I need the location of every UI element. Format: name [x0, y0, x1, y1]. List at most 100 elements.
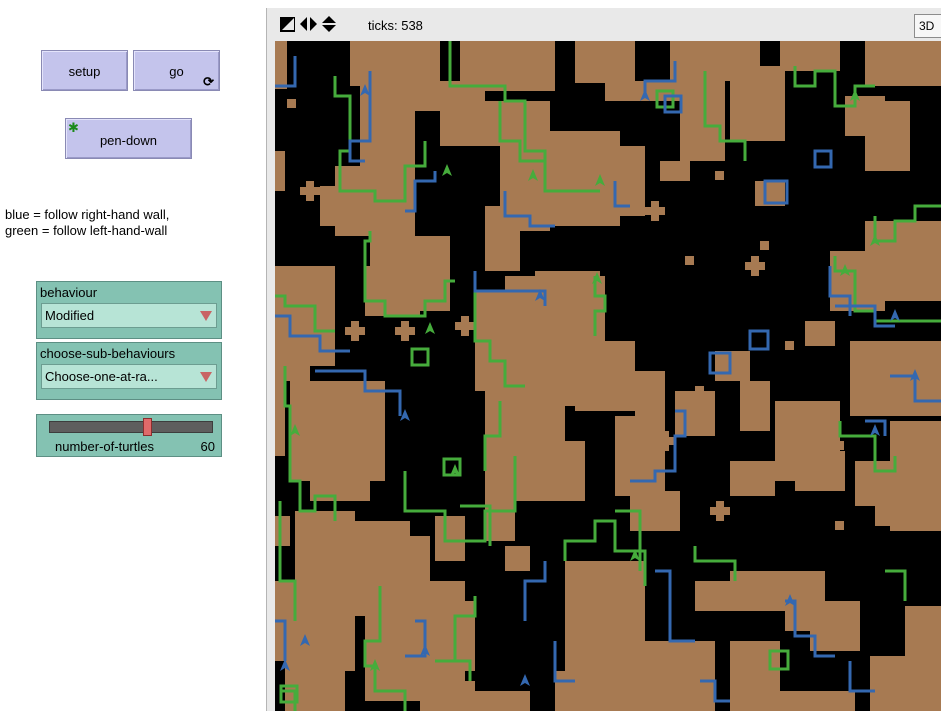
patch-cross	[716, 501, 724, 521]
dropdown-arrow-icon	[200, 372, 212, 382]
turtle-arrow	[442, 164, 452, 176]
setup-button[interactable]: setup	[41, 50, 128, 91]
patch-blob	[275, 41, 287, 89]
behaviour-select[interactable]: Modified	[41, 303, 217, 328]
sub-behaviours-select[interactable]: Choose-one-at-ra...	[41, 364, 217, 389]
patch-blob	[420, 681, 475, 711]
forever-star-icon: ✱	[68, 120, 79, 135]
behaviour-chooser-label: behaviour	[40, 285, 98, 300]
patch-dot	[835, 441, 844, 450]
right-hand-loop	[748, 329, 770, 351]
slider-thumb[interactable]	[143, 418, 153, 436]
patch-dot	[490, 331, 499, 340]
right-hand-trail	[655, 569, 695, 643]
3d-view-button[interactable]: 3D	[914, 14, 941, 38]
vertical-arrows-icon[interactable]	[322, 16, 336, 32]
legend-green-text: green = follow left-hand-wall	[5, 223, 168, 238]
behaviour-chooser[interactable]: behaviour Modified	[36, 281, 222, 339]
patch-dot	[535, 356, 544, 365]
patch-blob	[575, 341, 635, 411]
patch-blob	[850, 341, 941, 416]
patch-blob	[585, 561, 645, 591]
patch-blob	[365, 266, 420, 316]
3d-view-button-label: 3D	[919, 19, 935, 33]
patch-dot	[835, 521, 844, 530]
patch-blob	[780, 41, 840, 71]
patch-blob	[435, 516, 465, 561]
edge-wrap-icon[interactable]	[280, 17, 295, 32]
patch-blob	[740, 381, 770, 431]
patch-blob	[505, 546, 530, 571]
legend-blue-text: blue = follow right-hand wall,	[5, 207, 170, 222]
left-hand-loop	[410, 347, 430, 367]
slider-track[interactable]	[49, 421, 213, 433]
view-toolbar-icons	[280, 16, 336, 32]
patch-blob	[875, 501, 925, 526]
patch-blob	[730, 66, 785, 141]
patch-cross	[661, 431, 669, 451]
slider-label: number-of-turtles	[55, 439, 154, 454]
patch-blob	[660, 161, 690, 181]
patch-blob	[310, 661, 340, 711]
pen-down-button-label: pen-down	[99, 133, 158, 148]
patch-blob	[675, 391, 715, 436]
patch-blob	[830, 251, 885, 311]
patch-dot	[695, 136, 704, 145]
patch-cross	[881, 681, 889, 701]
world-view-panel: ticks: 538 3D	[266, 8, 941, 711]
left-hand-trail	[885, 569, 907, 601]
patch-dot	[760, 241, 769, 250]
view-toolbar: ticks: 538 3D	[267, 8, 941, 41]
ticks-counter: ticks: 538	[368, 18, 423, 33]
patch-blob	[575, 41, 635, 83]
patch-blob	[555, 671, 615, 711]
go-button-label: go	[169, 64, 184, 79]
patch-blob	[870, 656, 920, 711]
patch-dot	[695, 386, 704, 395]
dropdown-arrow-icon	[200, 311, 212, 321]
patch-cross	[751, 256, 759, 276]
patch-blob	[805, 321, 835, 346]
patch-blob	[510, 441, 585, 501]
patch-dot	[715, 171, 724, 180]
patch-dot	[745, 471, 754, 480]
number-of-turtles-slider[interactable]: number-of-turtles 60	[36, 414, 222, 457]
sub-behaviours-chooser-label: choose-sub-behaviours	[40, 346, 176, 361]
turtle-arrow	[870, 424, 880, 436]
patch-blob	[275, 311, 310, 381]
patch-cross	[651, 201, 659, 221]
turtle-arrow	[890, 309, 900, 321]
patch-blob	[865, 41, 941, 86]
forever-icon: ⟳	[203, 74, 214, 89]
world-canvas[interactable]	[275, 41, 941, 711]
patch-blob	[350, 41, 440, 86]
patch-blob	[615, 416, 665, 496]
patch-blob	[675, 641, 715, 711]
patch-blob	[680, 81, 725, 161]
patch-blob	[615, 641, 675, 711]
sub-behaviours-chooser[interactable]: choose-sub-behaviours Choose-one-at-ra..…	[36, 342, 222, 400]
pen-down-button[interactable]: pen-down ✱	[65, 118, 192, 159]
right-hand-loop	[813, 149, 833, 169]
patch-blob	[715, 351, 750, 381]
patch-blob	[795, 451, 845, 491]
patch-blob	[855, 461, 905, 506]
patch-cross	[351, 321, 359, 341]
turtle-arrow	[425, 322, 435, 334]
behaviour-value: Modified	[45, 308, 95, 323]
world-patches	[275, 41, 941, 711]
sub-behaviours-value: Choose-one-at-ra...	[45, 369, 158, 384]
legend-note: blue = follow right-hand wall, green = f…	[5, 207, 265, 239]
horizontal-arrows-icon[interactable]	[300, 17, 317, 31]
patch-dot	[287, 99, 296, 108]
patch-cross	[306, 181, 314, 201]
patch-dot	[785, 341, 794, 350]
patch-blob	[775, 691, 855, 711]
go-button[interactable]: go ⟳	[133, 50, 220, 91]
patch-blob	[810, 601, 860, 651]
patch-blob	[865, 101, 910, 171]
left-hand-trail	[693, 546, 737, 581]
patch-blob	[275, 151, 285, 191]
patch-blob	[470, 691, 530, 711]
patch-blob	[275, 516, 290, 546]
